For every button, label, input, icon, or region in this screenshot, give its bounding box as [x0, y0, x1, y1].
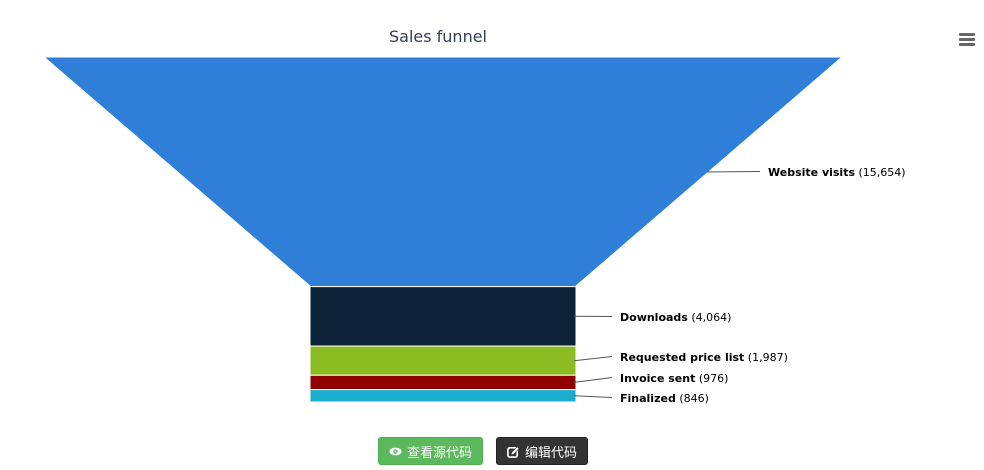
edit-icon: [507, 445, 520, 458]
funnel-segment-3[interactable]: [309, 345, 577, 376]
funnel-segment-5[interactable]: [309, 389, 577, 403]
chart-container: Sales funnel Website visits (15,654) Down…: [0, 0, 984, 470]
funnel-chart: Sales funnel Website visits (15,654) Down…: [42, 27, 906, 405]
chart-menu-button[interactable]: [955, 28, 977, 50]
data-label-name: Website visits: [768, 166, 855, 179]
edit-code-label: 编辑代码: [524, 445, 577, 461]
hamburger-menu-icon: [959, 33, 975, 36]
view-source-button[interactable]: 查看源代码: [378, 437, 483, 465]
data-label-2: Downloads (4,064): [620, 311, 731, 324]
hamburger-menu-icon-bar: [959, 43, 975, 46]
funnel-segment-4[interactable]: [309, 374, 577, 391]
data-label-3: Requested price list (1,987): [620, 351, 788, 364]
data-label-name: Finalized: [620, 392, 676, 405]
data-label-name: Downloads: [620, 311, 688, 324]
data-label-value: (846): [676, 392, 709, 405]
chart-title: Sales funnel: [389, 27, 487, 46]
edit-code-button[interactable]: 编辑代码: [496, 437, 588, 465]
data-label-5: Finalized (846): [620, 392, 709, 405]
label-connector-3: [573, 356, 613, 362]
label-connector-4: [573, 377, 613, 383]
hamburger-menu-icon-bar: [959, 38, 975, 41]
label-connector-1: [706, 171, 761, 173]
data-label-4: Invoice sent (976): [620, 372, 728, 385]
data-label-value: (1,987): [744, 351, 788, 364]
funnel-segment-2[interactable]: [309, 286, 577, 347]
data-label-name: Invoice sent: [620, 372, 695, 385]
data-label-name: Requested price list: [620, 351, 744, 364]
data-label-value: (15,654): [855, 166, 906, 179]
data-label-1: Website visits (15,654): [768, 166, 906, 179]
label-connector-5: [573, 395, 613, 398]
data-label-value: (976): [695, 372, 728, 385]
data-label-value: (4,064): [688, 311, 732, 324]
eye-icon: [389, 447, 402, 455]
view-source-label: 查看源代码: [406, 445, 472, 461]
